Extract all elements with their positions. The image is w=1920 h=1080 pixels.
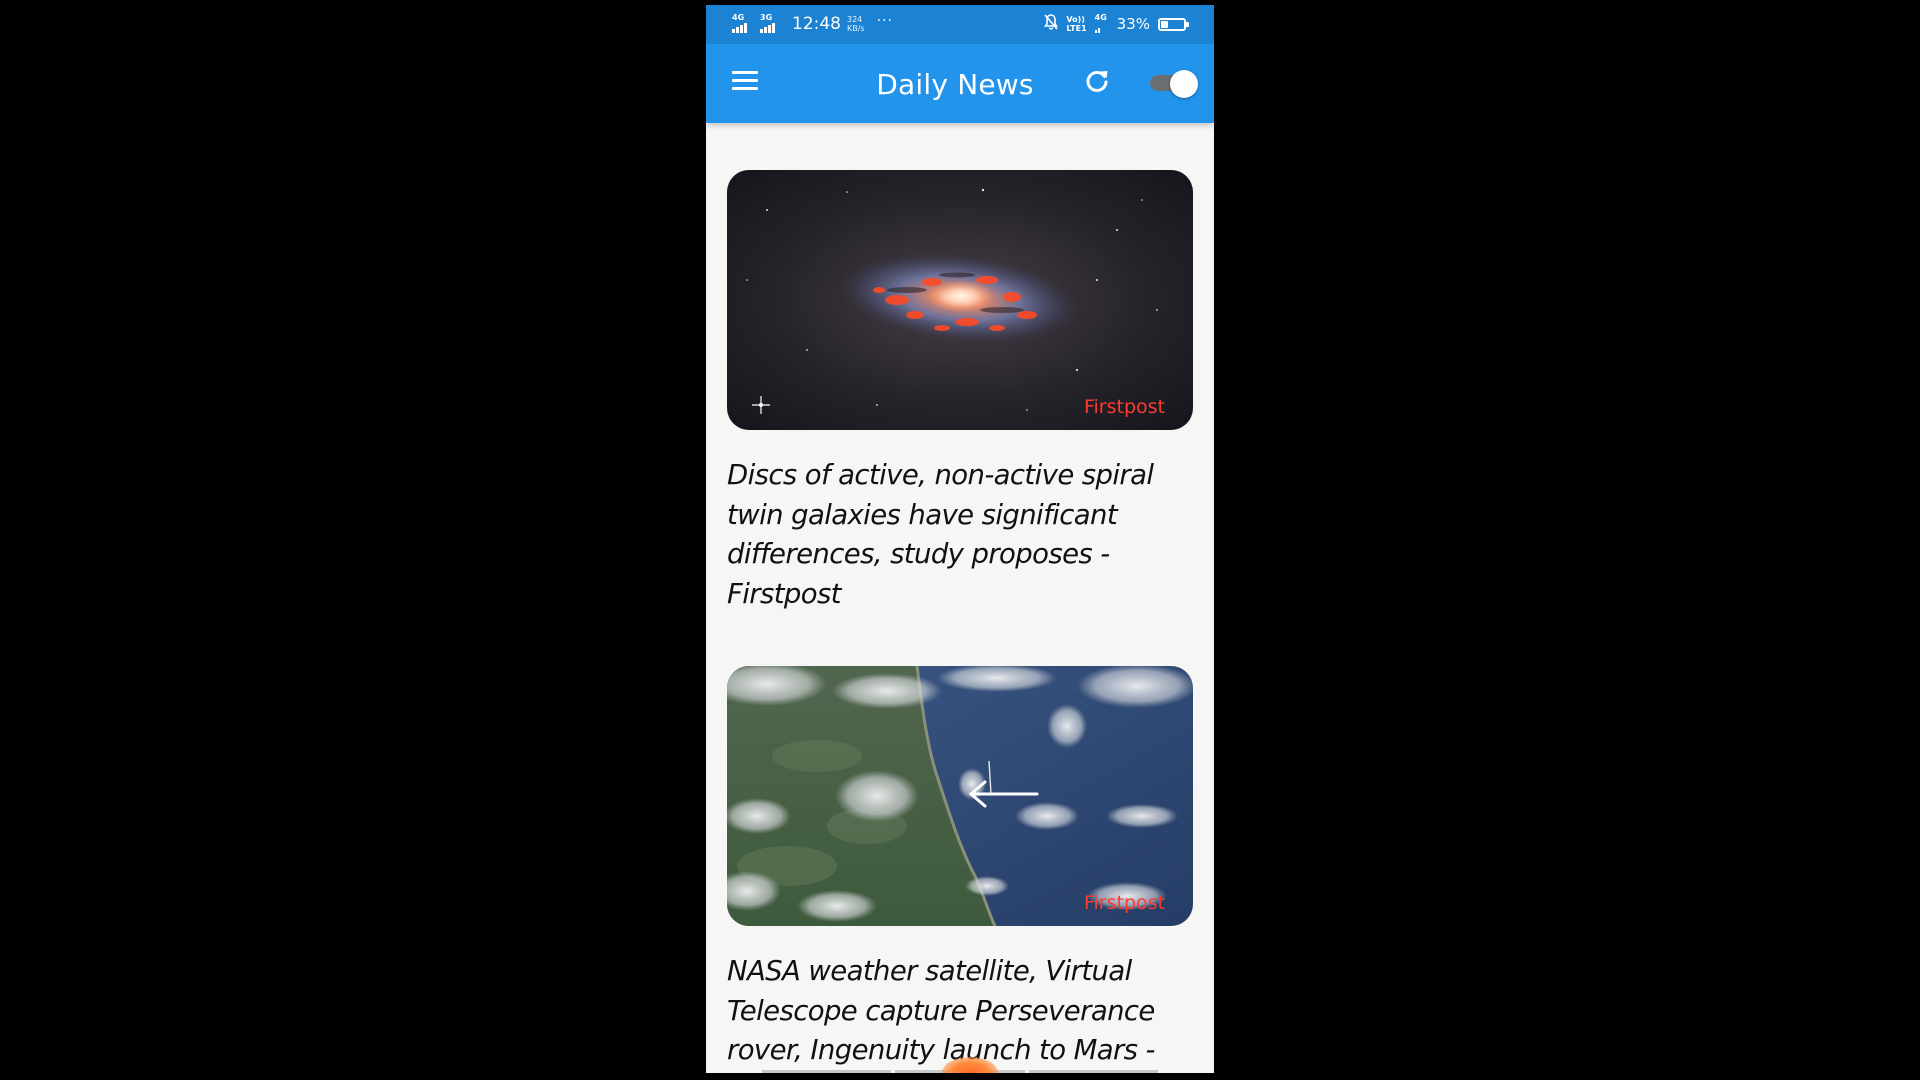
speed-value: 324 xyxy=(847,15,863,24)
status-left: 4G 3G 12:48 324 KB/s ··· xyxy=(732,13,893,35)
signal-icon: 4G xyxy=(1094,13,1109,33)
status-time: 12:48 xyxy=(792,14,841,34)
network-type-2: 3G xyxy=(760,13,773,22)
network-type-3: 4G xyxy=(1094,13,1107,22)
article-image[interactable]: Firstpost xyxy=(727,170,1193,430)
toggle-knob xyxy=(1170,70,1198,98)
signal-icon: 3G xyxy=(760,13,782,33)
lte-label: LTE1 xyxy=(1066,24,1087,33)
speed-unit: KB/s xyxy=(847,24,865,33)
signal-icon: 4G xyxy=(732,13,754,33)
volte-indicator: Vo)) LTE1 xyxy=(1066,15,1086,33)
news-card[interactable]: Firstpost NASA weather satellite, Virtua… xyxy=(727,666,1193,1071)
article-image[interactable]: Firstpost xyxy=(727,666,1193,926)
article-source: Firstpost xyxy=(1083,892,1165,914)
app-title: Daily News xyxy=(876,68,1034,101)
phone-screen: 4G 3G 12:48 324 KB/s ··· Vo)) LTE1 4G 33… xyxy=(706,5,1214,1073)
volte-label: Vo)) xyxy=(1066,15,1085,24)
article-title[interactable]: NASA weather satellite, Virtual Telescop… xyxy=(727,952,1193,1071)
refresh-icon[interactable] xyxy=(1082,66,1112,96)
app-bar: Daily News xyxy=(706,44,1214,123)
news-card[interactable]: Firstpost Discs of active, non-active sp… xyxy=(727,170,1193,614)
battery-percentage: 33% xyxy=(1116,15,1150,33)
status-right: Vo)) LTE1 4G 33% xyxy=(1044,13,1189,35)
status-bar: 4G 3G 12:48 324 KB/s ··· Vo)) LTE1 4G 33… xyxy=(706,5,1214,44)
theme-toggle-switch[interactable] xyxy=(1148,70,1198,98)
article-title[interactable]: Discs of active, non-active spiral twin … xyxy=(727,456,1193,614)
more-notifications-icon: ··· xyxy=(876,13,893,29)
network-type-1: 4G xyxy=(732,13,745,22)
battery-icon xyxy=(1158,17,1189,31)
mute-bell-icon xyxy=(1044,14,1059,34)
news-feed[interactable]: Firstpost Discs of active, non-active sp… xyxy=(706,123,1214,1073)
network-speed: 324 KB/s xyxy=(847,15,865,33)
article-source: Firstpost xyxy=(1083,396,1165,418)
